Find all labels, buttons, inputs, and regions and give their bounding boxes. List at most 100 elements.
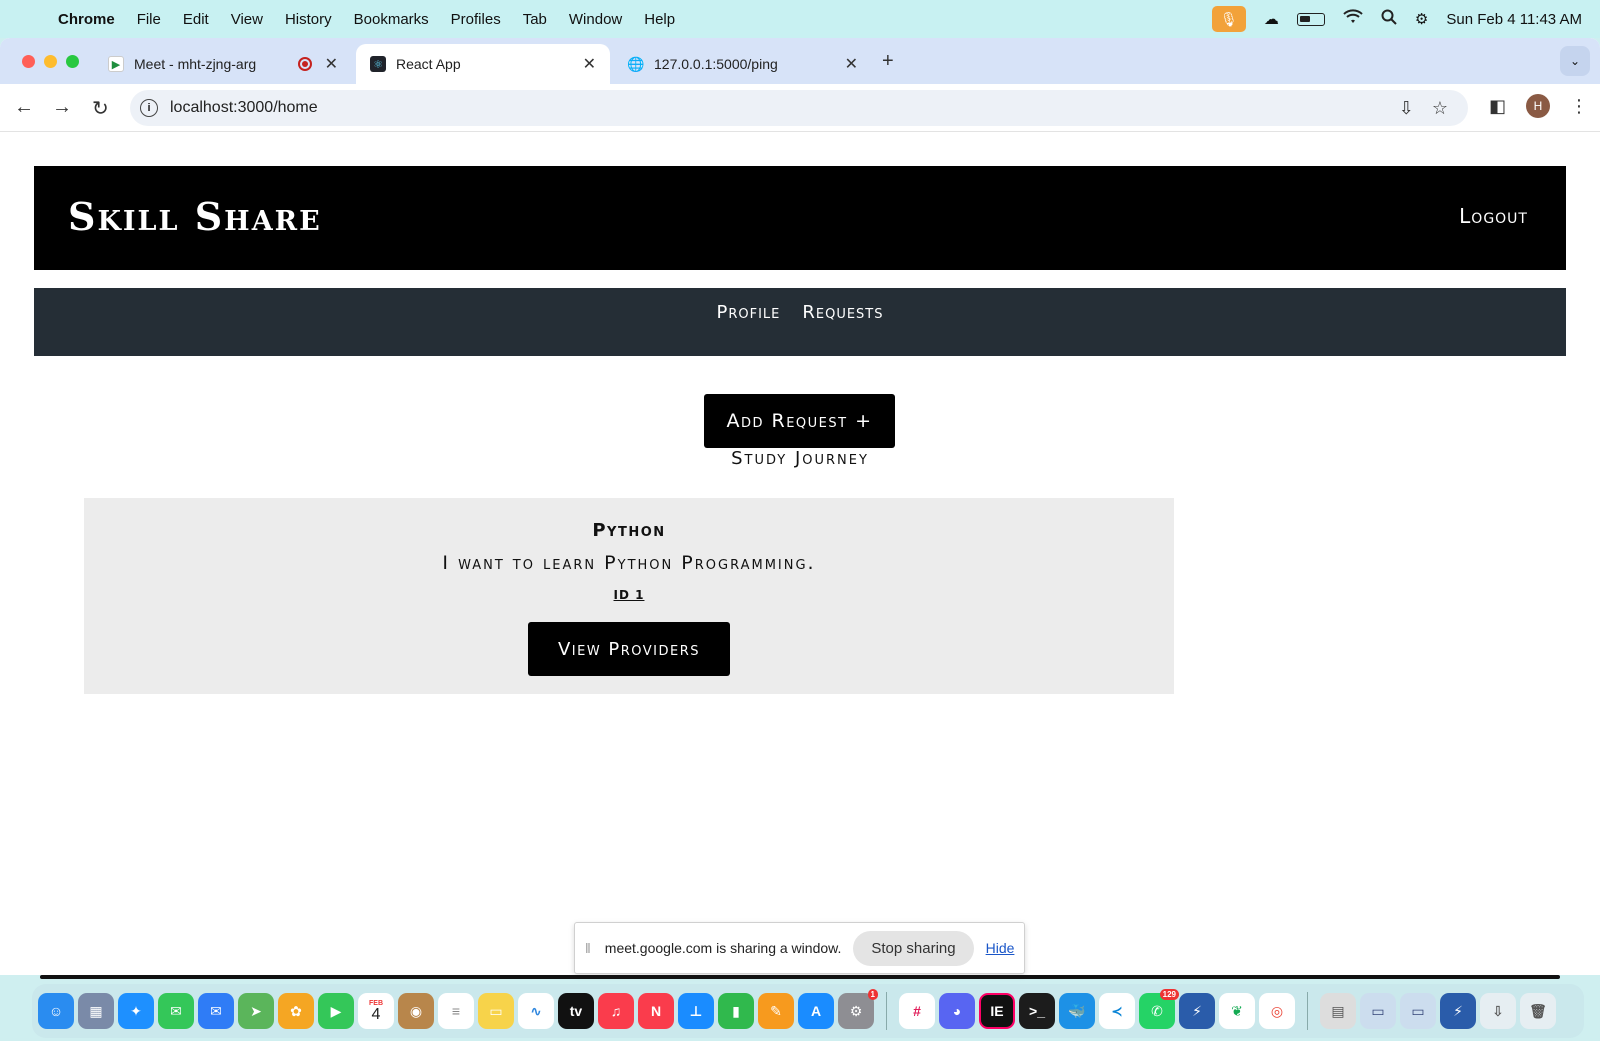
vscode-icon[interactable]: ≺ [1099, 993, 1135, 1029]
view-providers-button[interactable]: View Providers [528, 622, 730, 676]
google-meet-icon: ▶ [108, 56, 124, 72]
news-icon[interactable]: N [638, 993, 674, 1029]
freeform-icon[interactable]: ∿ [518, 993, 554, 1029]
macos-menu-bar: Chrome File Edit View History Bookmarks … [0, 0, 1600, 38]
apple-tv-icon[interactable]: tv [558, 993, 594, 1029]
site-info-icon[interactable]: i [140, 99, 158, 117]
numbers-icon[interactable]: ▮ [718, 993, 754, 1029]
maps-icon[interactable]: ➤ [238, 993, 274, 1029]
profile-avatar[interactable]: H [1526, 94, 1550, 118]
slack-icon[interactable]: # [899, 993, 935, 1029]
document-icon[interactable]: ▤ [1320, 993, 1356, 1029]
side-panel-icon[interactable]: ◧ [1489, 96, 1506, 117]
hide-banner-link[interactable]: Hide [986, 940, 1015, 956]
wifi-icon[interactable] [1343, 9, 1363, 29]
screenshot-stack-icon[interactable]: ▭ [1360, 993, 1396, 1029]
system-settings-icon[interactable]: ⚙ 1 [838, 989, 878, 1029]
tab-google-meet[interactable]: ▶ Meet - mht-zjng-arg ✕ [94, 44, 352, 84]
menu-bar-status-area: 🎙 ☁ ⚙ Sun Feb 4 11:43 AM [1211, 0, 1582, 38]
drag-handle-icon[interactable]: ‖ [585, 940, 591, 956]
zoom-window-button[interactable] [66, 55, 79, 68]
messages-icon[interactable]: ✉ [158, 993, 194, 1029]
tab-search-chevron-icon[interactable]: ⌄ [1560, 46, 1590, 76]
reminders-icon[interactable]: ≡ [438, 993, 474, 1029]
trash-icon[interactable]: 🗑 [1520, 993, 1556, 1029]
calendar-icon[interactable]: FEB 4 [358, 993, 394, 1029]
docker-icon[interactable]: 🐳 [1059, 993, 1095, 1029]
downloads-icon[interactable]: ⇩ [1480, 993, 1516, 1029]
close-tab-icon[interactable]: ✕ [583, 54, 596, 74]
stop-sharing-button[interactable]: Stop sharing [853, 930, 974, 966]
close-tab-icon[interactable]: ✕ [325, 54, 338, 74]
add-request-button[interactable]: Add Request + [704, 394, 895, 448]
whatsapp-icon[interactable]: ✆ 129 [1139, 989, 1179, 1029]
notes-icon[interactable]: ▭ [478, 993, 514, 1029]
nav-requests-link[interactable]: Requests [802, 302, 883, 323]
music-icon[interactable]: ♫ [598, 993, 634, 1029]
whatsapp-badge: 129 [1159, 989, 1179, 1000]
toolbar-right: ◧ H ⋮ [1489, 94, 1588, 118]
menu-bookmarks[interactable]: Bookmarks [354, 11, 429, 28]
postman-window-icon[interactable]: ⚡ [1440, 993, 1476, 1029]
tab-ping[interactable]: 🌐 127.0.0.1:5000/ping ✕ [614, 44, 872, 84]
menu-help[interactable]: Help [644, 11, 675, 28]
menu-file[interactable]: File [137, 11, 161, 28]
reload-icon[interactable]: ↻ [92, 96, 109, 121]
app-store-icon[interactable]: A [798, 993, 834, 1029]
mail-icon[interactable]: ✉ [198, 993, 234, 1029]
mongodb-compass-icon[interactable]: ❦ [1219, 993, 1255, 1029]
forward-arrow-icon[interactable]: → [52, 96, 72, 119]
menu-window[interactable]: Window [569, 11, 622, 28]
screen-share-banner: ‖ meet.google.com is sharing a window. S… [574, 922, 1025, 974]
react-icon: ⚛ [370, 56, 386, 72]
control-center-icon[interactable]: ⚙ [1415, 10, 1428, 28]
request-id-link[interactable]: ID 1 [84, 588, 1174, 602]
install-app-icon[interactable]: ⇩ [1399, 98, 1414, 119]
tab-title: React App [396, 56, 461, 72]
pages-icon[interactable]: ✎ [758, 993, 794, 1029]
discord-icon[interactable]: ◕ [939, 993, 975, 1029]
intellij-icon[interactable]: IE [979, 993, 1015, 1029]
keynote-icon[interactable]: ⊥ [678, 993, 714, 1029]
request-description: I want to learn Python Programming. [442, 552, 816, 574]
menu-tab[interactable]: Tab [523, 11, 547, 28]
chrome-icon[interactable]: ◎ [1259, 993, 1295, 1029]
menu-app-name[interactable]: Chrome [58, 11, 115, 28]
nav-profile-link[interactable]: Profile [716, 302, 780, 323]
terminal-icon[interactable]: >_ [1019, 993, 1055, 1029]
browser-window: ▶ Meet - mht-zjng-arg ✕ ⚛ React App ✕ 🌐 … [0, 38, 1600, 975]
chrome-menu-icon[interactable]: ⋮ [1570, 96, 1588, 117]
microphone-icon[interactable]: 🎙 [1211, 6, 1246, 32]
close-tab-icon[interactable]: ✕ [845, 54, 858, 74]
logout-link[interactable]: Logout [1459, 204, 1528, 228]
menu-view[interactable]: View [231, 11, 263, 28]
share-message: meet.google.com is sharing a window. [604, 940, 842, 956]
macos-dock: ☺ ▦ ✦ ✉ ✉ ➤ ✿ ▶ FEB 4 ◉ ≡ ▭ ∿ tv ♫ N ⊥ ▮… [32, 984, 1584, 1038]
contacts-icon[interactable]: ◉ [398, 993, 434, 1029]
back-arrow-icon[interactable]: ← [14, 96, 34, 119]
cloud-icon[interactable]: ☁ [1264, 10, 1279, 28]
minimize-window-button[interactable] [44, 55, 57, 68]
safari-icon[interactable]: ✦ [118, 993, 154, 1029]
new-tab-icon[interactable]: + [882, 50, 894, 73]
menu-edit[interactable]: Edit [183, 11, 209, 28]
bookmark-star-icon[interactable]: ☆ [1432, 98, 1448, 119]
tab-react-app[interactable]: ⚛ React App ✕ [356, 44, 610, 84]
facetime-icon[interactable]: ▶ [318, 993, 354, 1029]
address-bar-url[interactable]: localhost:3000/home [170, 99, 318, 117]
postman-icon[interactable]: ⚡ [1179, 993, 1215, 1029]
site-brand[interactable]: Skill Share [68, 194, 322, 239]
close-window-button[interactable] [22, 55, 35, 68]
screenshot-stack-icon[interactable]: ▭ [1400, 993, 1436, 1029]
menu-profiles[interactable]: Profiles [451, 11, 501, 28]
menu-history[interactable]: History [285, 11, 332, 28]
request-title: Python [592, 520, 666, 541]
spotlight-search-icon[interactable] [1381, 9, 1397, 29]
photos-icon[interactable]: ✿ [278, 993, 314, 1029]
launchpad-icon[interactable]: ▦ [78, 993, 114, 1029]
address-bar[interactable]: i localhost:3000/home ⇩ ☆ [130, 90, 1468, 126]
menu-bar-clock[interactable]: Sun Feb 4 11:43 AM [1446, 11, 1582, 28]
tab-strip: ▶ Meet - mht-zjng-arg ✕ ⚛ React App ✕ 🌐 … [0, 38, 1600, 84]
battery-icon[interactable] [1296, 12, 1325, 26]
finder-icon[interactable]: ☺ [38, 993, 74, 1029]
